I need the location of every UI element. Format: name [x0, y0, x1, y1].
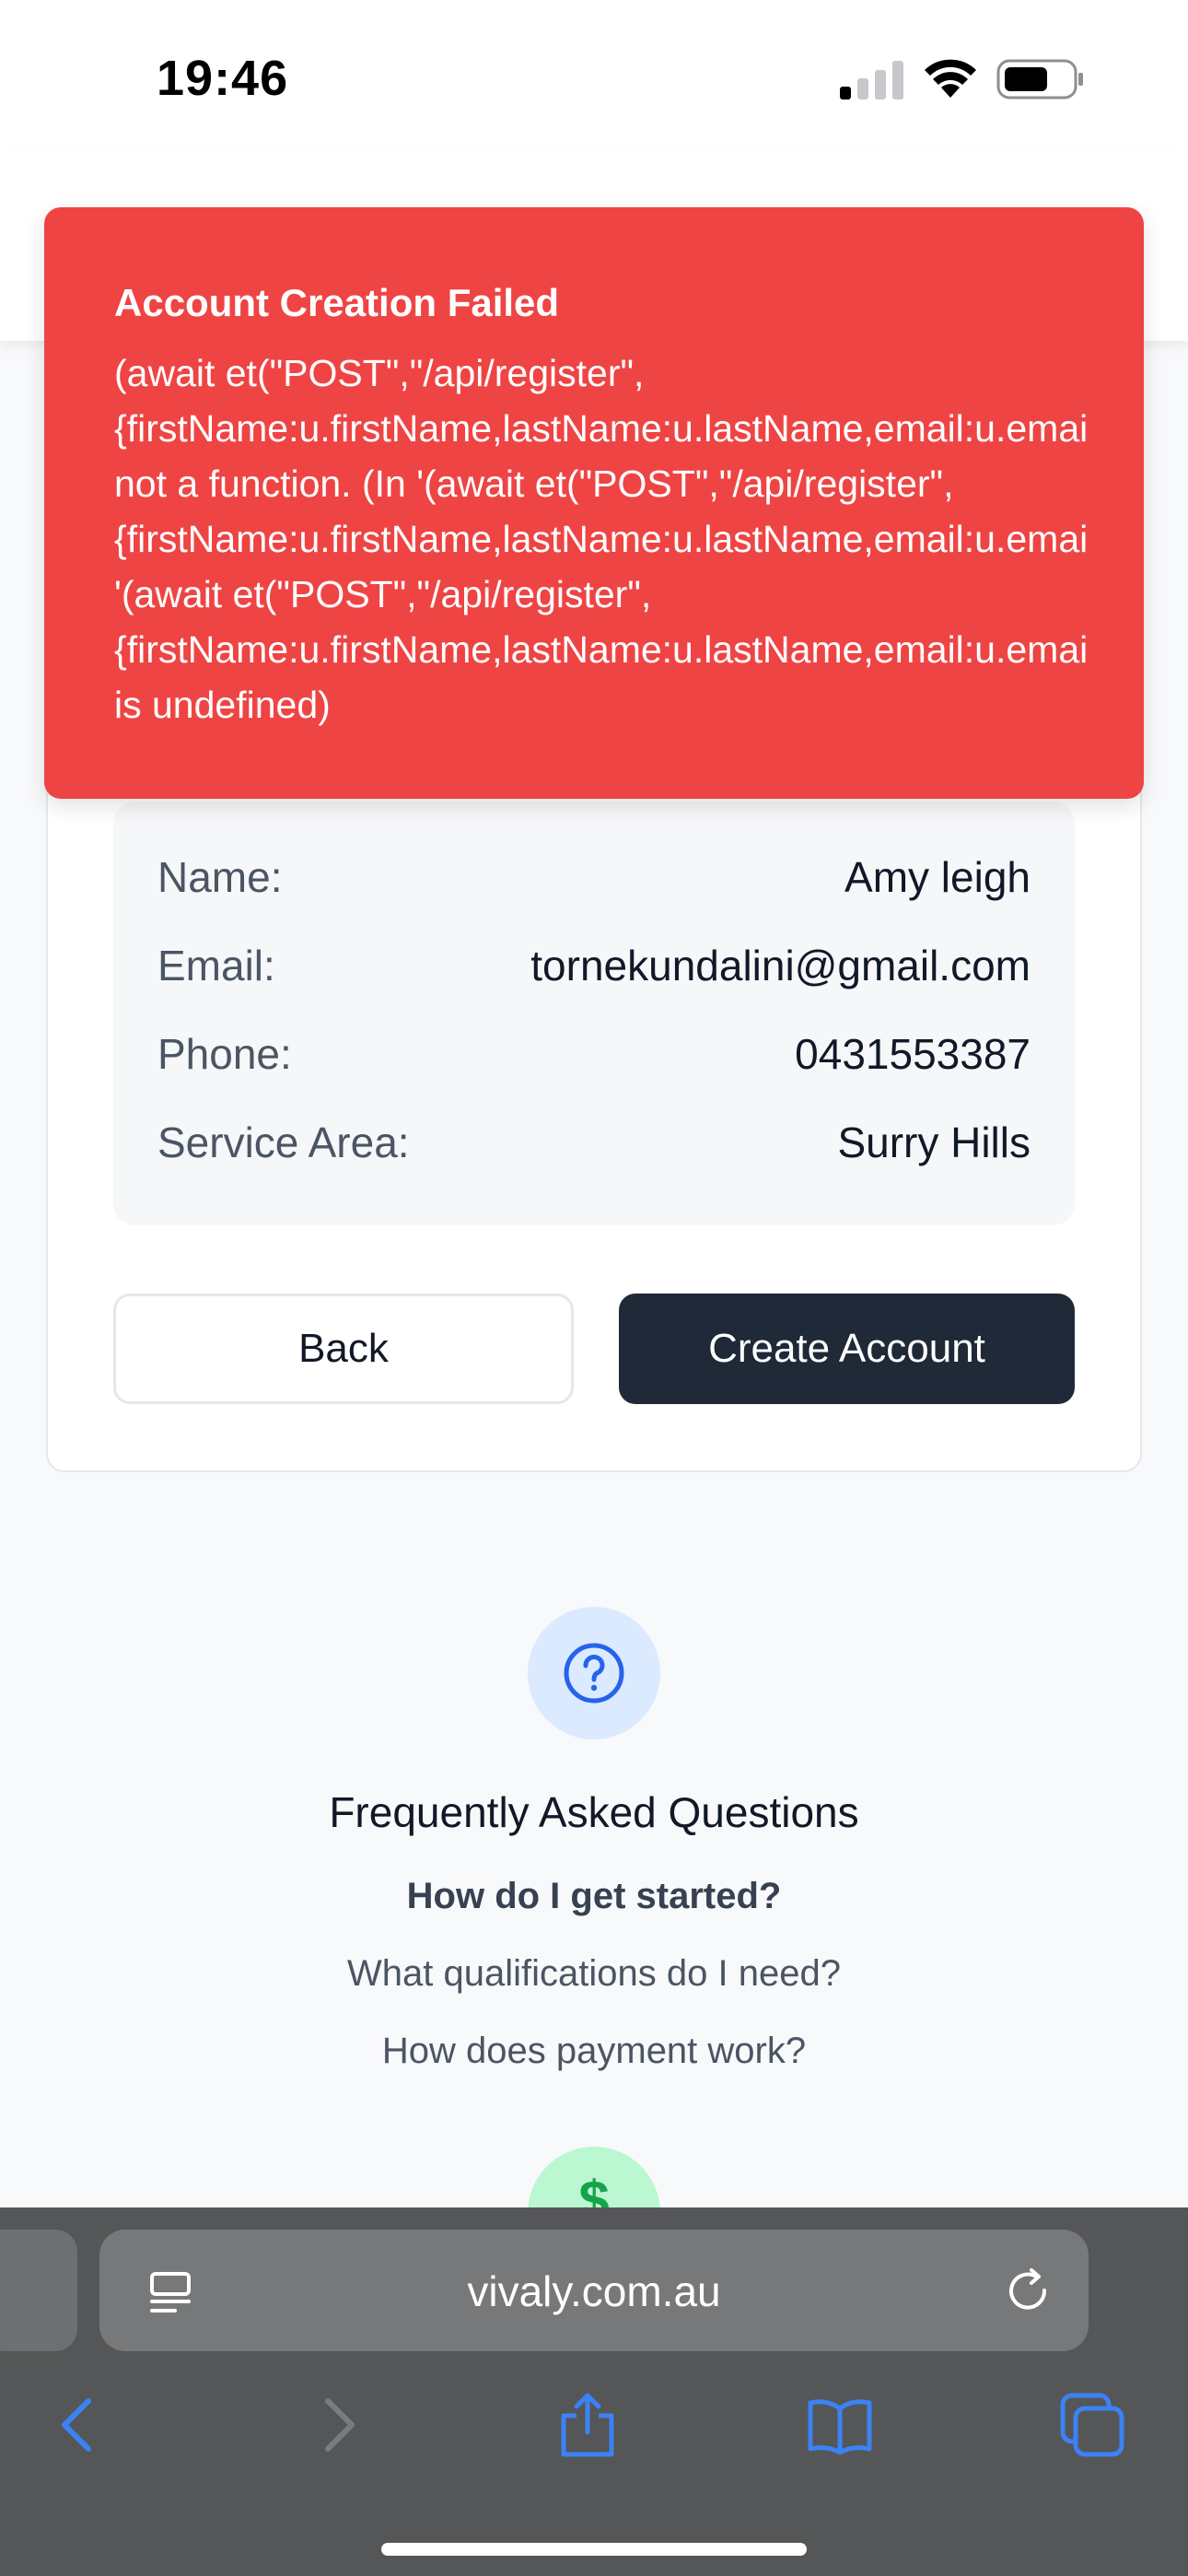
previous-tab-preview[interactable] [0, 2230, 77, 2351]
faq-icon-badge [528, 1607, 660, 1739]
home-indicator[interactable] [381, 2543, 807, 2556]
back-button[interactable]: Back [113, 1294, 574, 1404]
faq-title: Frequently Asked Questions [329, 1788, 859, 1836]
summary-row-service-area: Service Area: Surry Hills [157, 1115, 1031, 1170]
create-account-button[interactable]: Create Account [619, 1294, 1075, 1404]
tabs-icon[interactable] [1059, 2392, 1125, 2458]
page: 19:46 Name: Amy leigh Email: tornekundal… [0, 0, 1188, 2576]
share-icon[interactable] [554, 2392, 621, 2458]
toast-message-line: is undefined) [114, 684, 331, 726]
bookmarks-icon[interactable] [807, 2392, 873, 2458]
summary-row-phone: Phone: 0431553387 [157, 1026, 1031, 1082]
account-summary: Name: Amy leigh Email: tornekundalini@gm… [113, 802, 1075, 1225]
status-bar: 19:46 [0, 0, 1188, 147]
url-text[interactable]: vivaly.com.au [99, 2266, 1089, 2316]
toast-message-line: {firstName:u.firstName,lastName:u.lastNa… [114, 518, 1089, 560]
toast-message-line: (await et("POST","/api/register", [114, 352, 645, 394]
summary-label: Phone: [157, 1030, 292, 1078]
toast-message-line: {firstName:u.firstName,lastName:u.lastNa… [114, 407, 1089, 450]
summary-label: Email: [157, 942, 275, 989]
summary-row-email: Email: tornekundalini@gmail.com [157, 938, 1031, 993]
toast-message: (await et("POST","/api/register", {first… [114, 345, 1144, 732]
browser-toolbar: vivaly.com.au [0, 2207, 1188, 2576]
summary-label: Service Area: [157, 1118, 410, 1166]
error-toast[interactable]: Account Creation Failed (await et("POST"… [44, 207, 1144, 799]
forward-icon[interactable] [304, 2392, 370, 2458]
address-bar[interactable]: vivaly.com.au [99, 2230, 1089, 2351]
summary-value: 0431553387 [795, 1030, 1031, 1078]
toast-message-line: {firstName:u.firstName,lastName:u.lastNa… [114, 628, 1089, 671]
question-circle-icon [564, 1643, 624, 1704]
battery-icon [996, 59, 1083, 100]
summary-value: Amy leigh [844, 853, 1031, 901]
toast-message-line: not a function. (In '(await et("POST","/… [114, 463, 954, 505]
cellular-signal-icon [840, 61, 903, 100]
reload-icon[interactable] [1004, 2266, 1054, 2316]
toast-message-line: '(await et("POST","/api/register", [114, 573, 652, 615]
summary-row-name: Name: Amy leigh [157, 849, 1031, 905]
summary-value: Surry Hills [837, 1118, 1031, 1166]
summary-value: tornekundalini@gmail.com [530, 942, 1031, 989]
summary-label: Name: [157, 853, 283, 901]
back-icon[interactable] [46, 2392, 112, 2458]
wifi-icon [925, 59, 976, 98]
faq-question[interactable]: What qualifications do I need? [0, 1953, 1188, 1995]
faq-question[interactable]: How does payment work? [0, 2031, 1188, 2072]
toast-title: Account Creation Failed [114, 281, 560, 324]
status-time: 19:46 [157, 51, 289, 106]
faq-question[interactable]: How do I get started? [0, 1876, 1188, 1917]
